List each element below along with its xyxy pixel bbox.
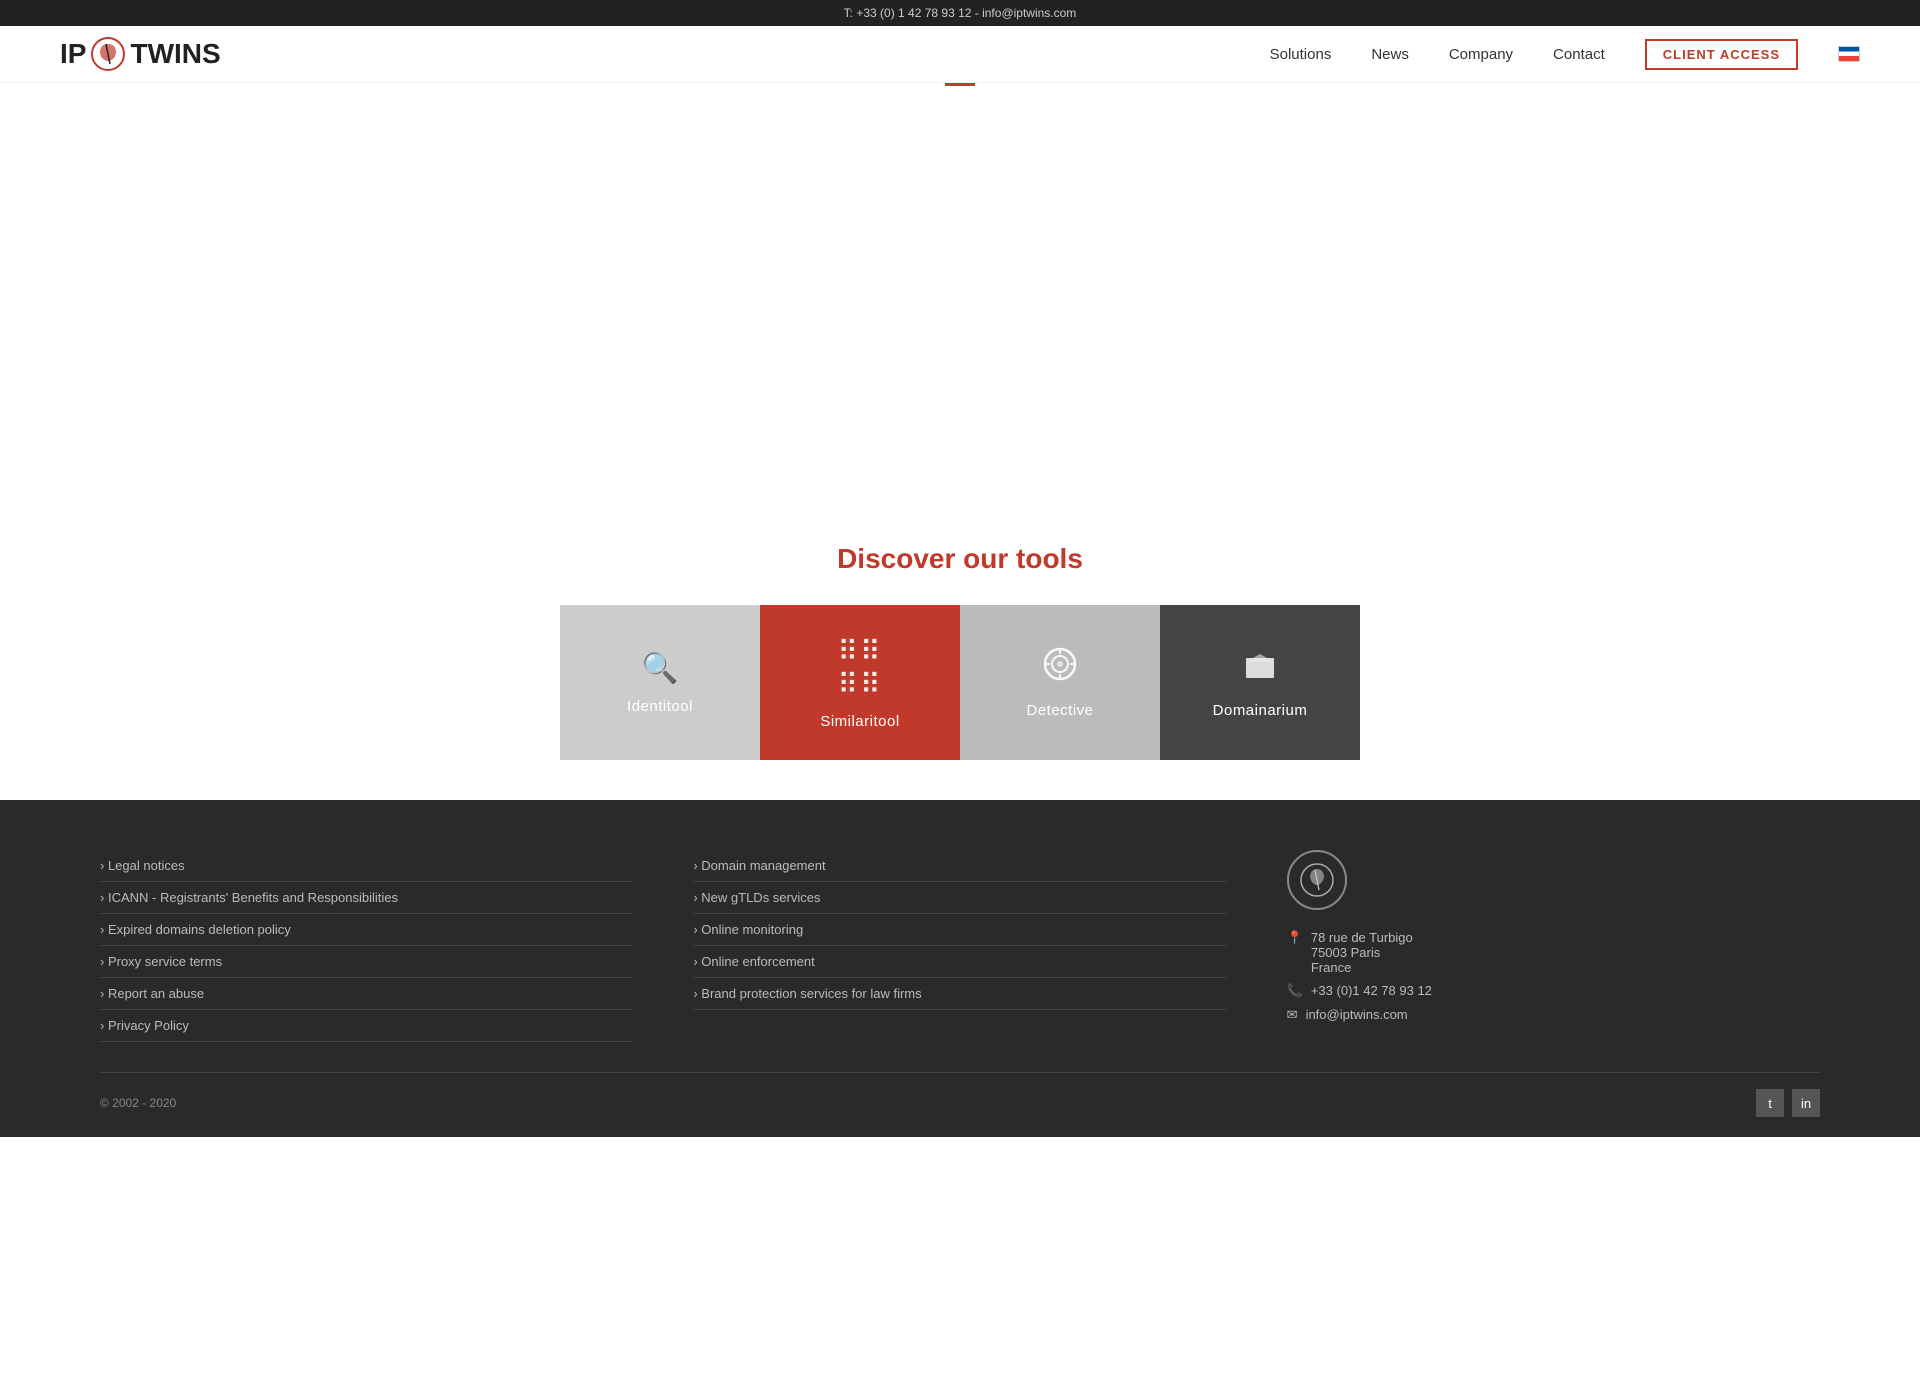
address-icon: 📍	[1287, 930, 1303, 946]
logo[interactable]: IP TWINS	[60, 36, 221, 72]
identitool-label: Identitool	[627, 698, 693, 715]
footer-link-proxy[interactable]: Proxy service terms	[100, 946, 633, 978]
nav-company[interactable]: Company	[1449, 46, 1513, 63]
nav-contact[interactable]: Contact	[1553, 46, 1605, 63]
copyright: © 2002 - 2020	[100, 1096, 176, 1110]
nav-news[interactable]: News	[1371, 46, 1409, 63]
footer-link-privacy[interactable]: Privacy Policy	[100, 1010, 633, 1042]
similaritool-label: Similaritool	[820, 713, 899, 730]
similaritool-icon: ⠿⠿⠿⠿	[837, 635, 882, 701]
discover-section: Discover our tools 🔍 Identitool ⠿⠿⠿⠿ Sim…	[0, 483, 1920, 800]
footer-link-expired[interactable]: Expired domains deletion policy	[100, 914, 633, 946]
footer-link-gtlds[interactable]: New gTLDs services	[693, 882, 1226, 914]
footer-bottom: © 2002 - 2020 t in	[100, 1072, 1820, 1117]
nav-solutions[interactable]: Solutions	[1270, 46, 1332, 63]
footer-link-abuse[interactable]: Report an abuse	[100, 978, 633, 1010]
footer-email: ✉ info@iptwins.com	[1287, 1007, 1820, 1023]
social-icons: t in	[1756, 1089, 1820, 1117]
discover-title: Discover our tools	[20, 543, 1900, 575]
footer-address: 📍 78 rue de Turbigo 75003 Paris France	[1287, 930, 1820, 975]
footer-link-enforcement[interactable]: Online enforcement	[693, 946, 1226, 978]
twitter-icon[interactable]: t	[1756, 1089, 1784, 1117]
footer-links-2: Domain management New gTLDs services Onl…	[693, 850, 1226, 1010]
phone-icon: 📞	[1287, 983, 1303, 999]
footer-link-monitoring[interactable]: Online monitoring	[693, 914, 1226, 946]
hero-area	[0, 83, 1920, 483]
footer-logo-circle	[1287, 850, 1347, 910]
email-icon: ✉	[1287, 1007, 1298, 1023]
footer-phone: 📞 +33 (0)1 42 78 93 12	[1287, 983, 1820, 999]
linkedin-icon[interactable]: in	[1792, 1089, 1820, 1117]
tool-card-domainarium[interactable]: Domainarium	[1160, 605, 1360, 760]
footer-contact: 📍 78 rue de Turbigo 75003 Paris France 📞…	[1287, 850, 1820, 1042]
tool-card-identitool[interactable]: 🔍 Identitool	[560, 605, 760, 760]
tool-card-similaritool[interactable]: ⠿⠿⠿⠿ Similaritool	[760, 605, 960, 760]
footer-col-1: Legal notices ICANN - Registrants' Benef…	[100, 850, 633, 1042]
header: IP TWINS Solutions News Company Contact …	[0, 26, 1920, 83]
footer-link-icann[interactable]: ICANN - Registrants' Benefits and Respon…	[100, 882, 633, 914]
footer-col-2: Domain management New gTLDs services Onl…	[693, 850, 1226, 1042]
contact-info: T: +33 (0) 1 42 78 93 12 - info@iptwins.…	[844, 6, 1077, 20]
footer-link-legal[interactable]: Legal notices	[100, 850, 633, 882]
logo-text-right: TWINS	[130, 38, 220, 70]
logo-icon	[90, 36, 126, 72]
identitool-icon: 🔍	[641, 651, 678, 686]
footer-links-1: Legal notices ICANN - Registrants' Benef…	[100, 850, 633, 1042]
nav-underline	[945, 83, 975, 86]
footer-link-domain-mgmt[interactable]: Domain management	[693, 850, 1226, 882]
detective-label: Detective	[1026, 702, 1093, 719]
logo-text-left: IP	[60, 38, 86, 70]
footer-grid: Legal notices ICANN - Registrants' Benef…	[100, 850, 1820, 1042]
top-bar: T: +33 (0) 1 42 78 93 12 - info@iptwins.…	[0, 0, 1920, 26]
footer-address-text: 78 rue de Turbigo 75003 Paris France	[1311, 930, 1413, 975]
detective-icon	[1042, 646, 1078, 690]
domainarium-icon	[1242, 646, 1278, 690]
footer-link-brand-law[interactable]: Brand protection services for law firms	[693, 978, 1226, 1010]
domainarium-label: Domainarium	[1213, 702, 1308, 719]
main-nav: Solutions News Company Contact CLIENT AC…	[1270, 39, 1860, 70]
tool-card-detective[interactable]: Detective	[960, 605, 1160, 760]
tools-grid: 🔍 Identitool ⠿⠿⠿⠿ Similaritool Detective	[560, 605, 1360, 760]
client-access-button[interactable]: CLIENT ACCESS	[1645, 39, 1798, 70]
footer: Legal notices ICANN - Registrants' Benef…	[0, 800, 1920, 1137]
lang-selector[interactable]	[1838, 45, 1860, 63]
lang-flag-icon	[1838, 46, 1860, 62]
